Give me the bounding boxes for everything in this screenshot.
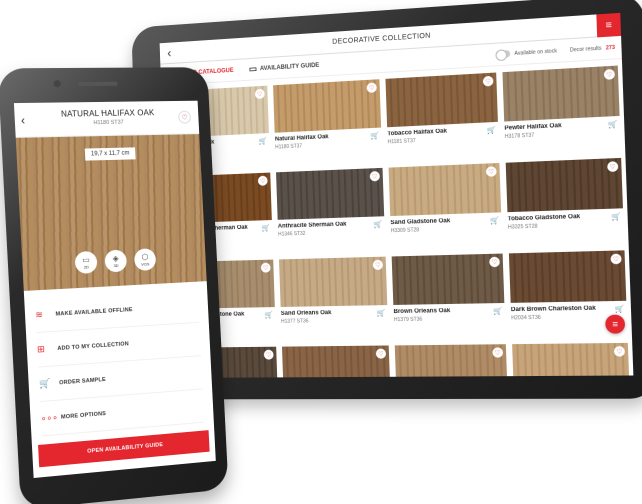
view-2d-button[interactable]: ▭ 2D [74,250,98,275]
favorite-heart-icon[interactable]: ♡ [254,88,265,100]
cart-icon[interactable]: 🛒 [265,311,274,319]
tablet-filter-area: Available on stock Decor results 273 [495,44,616,59]
decor-code: H1377 ST36 [281,318,309,325]
decor-results-label: Decor results [569,45,602,54]
phone-device: ‹ NATURAL HALIFAX OAK H1180 ST37 ♡ 19,7 … [0,67,229,504]
decor-swatch[interactable]: ♡ [394,344,508,378]
favorite-heart-icon[interactable]: ♡ [178,110,192,124]
cart-icon[interactable]: 🛒 [377,309,386,317]
cart-icon[interactable]: 🛒 [611,213,621,222]
decor-name: Brown Orleans Oak [393,308,451,316]
tablet-screen: ‹ DECORATIVE COLLECTION ≡ ⚙ DECOR CATALO… [159,12,634,378]
favorite-heart-icon[interactable]: ♡ [263,349,274,360]
decor-card[interactable]: ♡ [281,345,392,378]
available-on-stock-toggle[interactable] [495,50,511,59]
cart-icon[interactable]: 🛒 [490,217,499,225]
folder-add-icon: ⊞ [36,343,46,355]
view-mode-buttons: ▭ 2D ◈ 3D ⬡ VOS [22,246,206,277]
favorite-heart-icon[interactable]: ♡ [485,166,497,177]
phone-camera [53,80,61,88]
cart-icon: 🛒 [38,377,51,389]
cart-icon[interactable]: 🛒 [487,126,496,135]
favorite-heart-icon[interactable]: ♡ [366,82,377,94]
decor-card[interactable]: ♡ Tobacco Halifax Oak H1181 ST37 🛒 [385,72,499,164]
decor-card[interactable]: ♡ Pewter Halifax Oak H3178 ST37 🛒 [502,65,621,159]
favorite-heart-icon[interactable]: ♡ [369,171,380,182]
favorite-heart-icon[interactable]: ♡ [372,259,384,271]
decor-swatch[interactable]: ♡ [508,250,627,303]
layers-icon: ≋ [35,309,44,320]
decor-card[interactable]: ♡ Tobacco Gladstone Oak H3325 ST28 🛒 [505,157,625,249]
open-availability-guide-button[interactable]: OPEN AVAILABILITY GUIDE [38,430,210,468]
decor-card[interactable]: ♡ Sand Orleans Oak H1377 ST36 🛒 [278,256,389,343]
decor-code: H1346 ST32 [278,230,306,238]
view-label: 3D [113,262,119,268]
decor-card[interactable]: ♡ [394,344,509,378]
decor-name: Dark Brown Charleston Oak [510,305,596,314]
filter-menu-button[interactable]: ≡ [605,314,626,334]
favorite-heart-icon[interactable]: ♡ [260,262,271,273]
menu-icon[interactable]: ≡ [596,12,622,38]
cart-icon[interactable]: 🛒 [371,132,380,140]
favorite-heart-icon[interactable]: ♡ [492,347,504,358]
cart-icon[interactable]: 🛒 [262,224,271,232]
available-on-stock-label: Available on stock [514,47,558,57]
action-label: ADD TO MY COLLECTION [57,340,130,352]
decor-code: H1180 ST37 [93,119,124,127]
decor-name: Sand Orleans Oak [280,310,332,317]
decor-code: H1379 ST36 [393,316,423,324]
action-label: ORDER SAMPLE [59,376,106,386]
decor-code: H3309 ST28 [390,227,420,235]
dimensions-label: 19,7 x 11,7 cm [84,147,136,161]
action-list: ≋ MAKE AVAILABLE OFFLINE ⊞ ADD TO MY COL… [24,281,214,437]
2d-view-icon: ▭ [81,254,90,265]
favorite-heart-icon[interactable]: ♡ [613,346,626,357]
action-label: MORE OPTIONS [60,410,107,421]
decor-swatch[interactable]: ♡ [512,342,630,378]
decor-title: NATURAL HALIFAX OAK [60,108,155,119]
favorite-heart-icon[interactable]: ♡ [257,175,268,186]
favorite-heart-icon[interactable]: ♡ [603,68,616,80]
view-vos-button[interactable]: ⬡ VOS [133,248,157,272]
decor-swatch[interactable]: ♡ [391,253,505,305]
favorite-heart-icon[interactable]: ♡ [482,75,494,87]
decor-image: 19,7 x 11,7 cm ▭ 2D ◈ 3D ⬡ VOS [15,134,207,291]
decor-swatch[interactable]: ♡ [276,167,385,220]
view-label: VOS [141,260,150,267]
decor-swatch[interactable]: ♡ [388,162,502,217]
decor-swatch[interactable]: ♡ [281,345,391,378]
decor-swatch[interactable]: ♡ [278,256,388,307]
tab-label: AVAILABILITY GUIDE [259,62,320,72]
decor-card[interactable]: ♡ Sand Gladstone Oak H3309 ST28 🛒 [388,162,503,252]
view-3d-button[interactable]: ◈ 3D [104,249,128,273]
decor-code: H3325 ST28 [507,223,538,231]
more-dots-icon: ∘∘∘ [40,411,59,424]
decor-card[interactable]: ♡ Brown Orleans Oak H1379 ST36 🛒 [391,253,506,342]
decor-swatch[interactable]: ♡ [502,65,620,122]
cart-icon[interactable]: 🛒 [374,220,383,228]
tab-availability-guide[interactable]: ▭ AVAILABILITY GUIDE [249,60,320,75]
decor-swatch[interactable]: ♡ [385,72,498,128]
cart-icon[interactable]: 🛒 [493,307,502,315]
phone-screen: ‹ NATURAL HALIFAX OAK H1180 ST37 ♡ 19,7 … [13,100,216,479]
decor-card[interactable]: ♡ Natural Halifax Oak H1180 ST37 🛒 [273,79,382,168]
favorite-heart-icon[interactable]: ♡ [489,256,500,268]
phone-header: ‹ NATURAL HALIFAX OAK H1180 ST37 ♡ [13,100,200,138]
document-icon: ▭ [248,63,258,74]
decor-grid: ♡White Halifax OakH1176 ST37🛒♡Natural Ha… [164,65,631,378]
decor-card[interactable]: ♡ [512,342,631,378]
favorite-heart-icon[interactable]: ♡ [375,348,387,359]
favorite-heart-icon[interactable]: ♡ [607,161,619,173]
phone-speaker [77,81,118,87]
decor-swatch[interactable]: ♡ [273,79,382,133]
decor-results-count: 273 [605,44,616,52]
decor-swatch[interactable]: ♡ [505,157,623,213]
favorite-heart-icon[interactable]: ♡ [610,253,622,265]
cart-icon[interactable]: 🛒 [259,137,268,145]
decor-card[interactable]: ♡ Anthracite Sherman Oak H1346 ST32 🛒 [276,167,385,256]
cart-icon[interactable]: 🛒 [615,305,625,314]
cart-icon[interactable]: 🛒 [608,120,618,129]
action-label: MAKE AVAILABLE OFFLINE [55,306,133,318]
view-label: 2D [83,263,89,270]
